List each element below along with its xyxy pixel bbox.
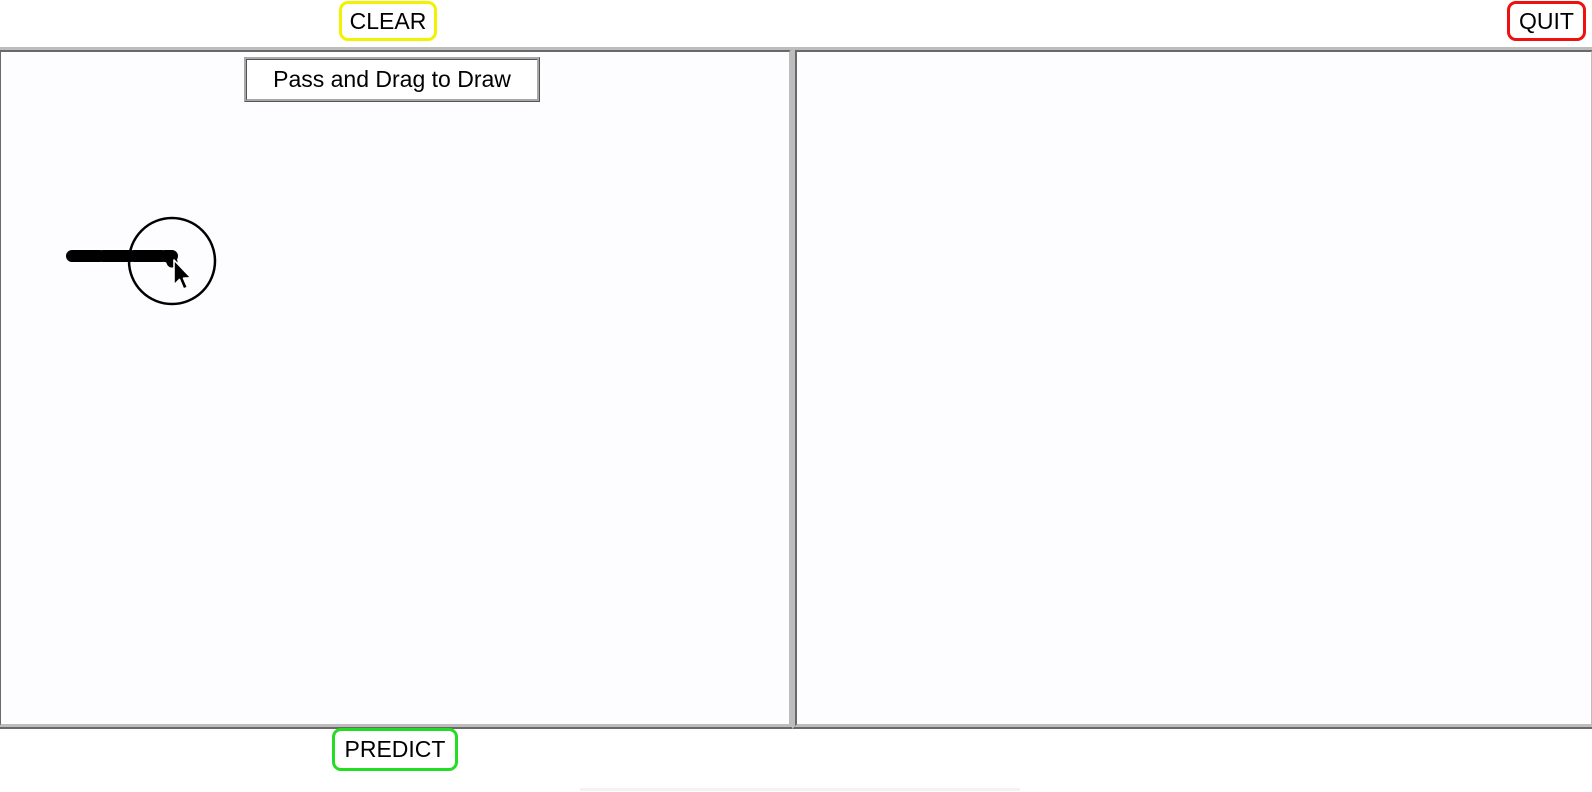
app-window: CLEAR QUIT Pass and Drag to Draw PREDICT bbox=[0, 0, 1592, 792]
mouse-pointer-icon bbox=[173, 259, 192, 290]
predict-button[interactable]: PREDICT bbox=[332, 728, 458, 771]
drawn-stroke bbox=[66, 250, 178, 268]
window-shadow bbox=[580, 788, 1020, 791]
canvas-overlay bbox=[66, 216, 217, 306]
